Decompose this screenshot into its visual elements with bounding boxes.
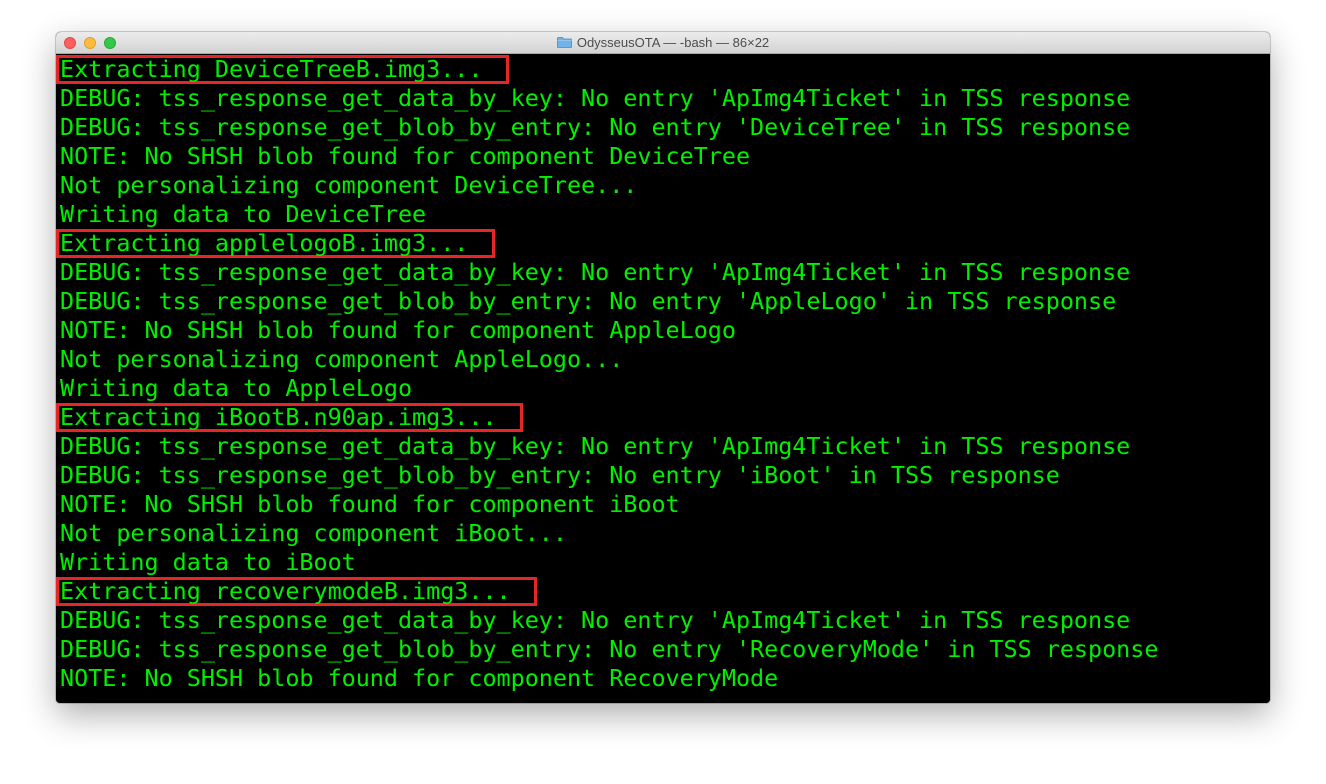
terminal-line: DEBUG: tss_response_get_data_by_key: No … bbox=[60, 606, 1131, 634]
terminal-line: Not personalizing component DeviceTree..… bbox=[60, 171, 638, 199]
terminal-line: NOTE: No SHSH blob found for component i… bbox=[60, 490, 680, 518]
window-title-group: OdysseusOTA — -bash — 86×22 bbox=[56, 32, 1270, 53]
terminal-line: Writing data to DeviceTree bbox=[60, 200, 427, 228]
terminal-line: DEBUG: tss_response_get_data_by_key: No … bbox=[60, 432, 1131, 460]
terminal-line: DEBUG: tss_response_get_blob_by_entry: N… bbox=[60, 113, 1131, 141]
terminal-line: DEBUG: tss_response_get_blob_by_entry: N… bbox=[60, 287, 1117, 315]
terminal-output[interactable]: Extracting DeviceTreeB.img3... DEBUG: tss… bbox=[56, 54, 1270, 703]
terminal-line: Not personalizing component iBoot... bbox=[60, 519, 567, 547]
title-bar[interactable]: OdysseusOTA — -bash — 86×22 bbox=[56, 32, 1270, 54]
folder-icon bbox=[556, 37, 572, 48]
terminal-line: Extracting DeviceTreeB.img3... bbox=[60, 55, 483, 83]
terminal-line: DEBUG: tss_response_get_data_by_key: No … bbox=[60, 258, 1131, 286]
terminal-line: Extracting recoverymodeB.img3... bbox=[60, 577, 511, 605]
terminal-line: NOTE: No SHSH blob found for component D… bbox=[60, 142, 751, 170]
terminal-line: NOTE: No SHSH blob found for component R… bbox=[60, 664, 779, 692]
terminal-line: Not personalizing component AppleLogo... bbox=[60, 345, 624, 373]
window-title: OdysseusOTA — -bash — 86×22 bbox=[576, 35, 770, 50]
terminal-line: NOTE: No SHSH blob found for component A… bbox=[60, 316, 736, 344]
terminal-line: DEBUG: tss_response_get_data_by_key: No … bbox=[60, 84, 1131, 112]
terminal-line: DEBUG: tss_response_get_blob_by_entry: N… bbox=[60, 461, 1060, 489]
terminal-line: Extracting iBootB.n90ap.img3... bbox=[60, 403, 497, 431]
terminal-window: OdysseusOTA — -bash — 86×22 Extracting D… bbox=[56, 32, 1270, 703]
terminal-line: Writing data to iBoot bbox=[60, 548, 356, 576]
terminal-line: DEBUG: tss_response_get_blob_by_entry: N… bbox=[60, 635, 1159, 663]
terminal-line: Extracting applelogoB.img3... bbox=[60, 229, 469, 257]
terminal-line: Writing data to AppleLogo bbox=[60, 374, 413, 402]
